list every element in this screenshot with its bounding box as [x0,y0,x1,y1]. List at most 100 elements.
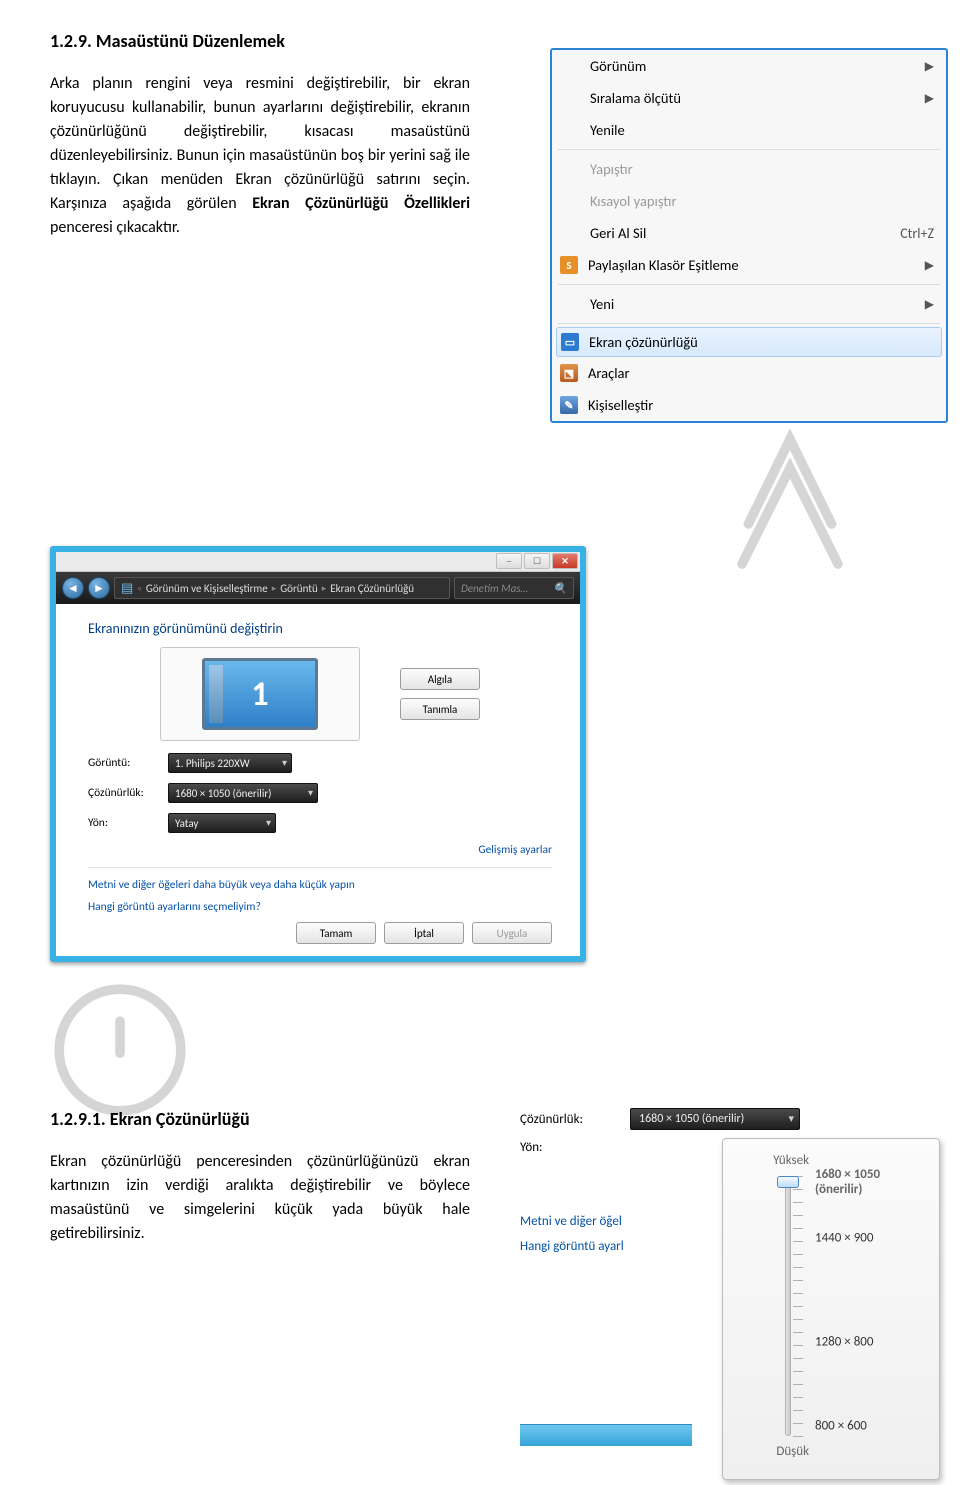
slider-tick [793,1410,803,1411]
slider-tick [793,1358,803,1359]
nav-forward-button[interactable]: ► [88,577,110,599]
display-label: Görüntü: [88,756,168,770]
breadcrumb-seg-3[interactable]: Ekran Çözünürlüğü [330,582,414,595]
breadcrumb-seg-1[interactable]: Görünüm ve Kişiselleştirme [146,582,268,595]
slider-high-label: Yüksek [733,1153,929,1168]
slider-tick [793,1254,803,1255]
menu-item-0[interactable]: Görünüm▶ [552,50,946,82]
breadcrumb[interactable]: ▤ « Görünüm ve Kişiselleştirme ▸ Görüntü… [114,577,450,599]
menu-item-11[interactable]: ▭ Ekran çözünürlüğü [556,327,942,357]
slider-low-label: Düşük [733,1444,929,1459]
chevron-right-icon: ▶ [925,258,934,273]
resolution-combo-2[interactable]: 1680 × 1050 (önerilir) [630,1108,800,1130]
slider-tick [793,1345,803,1346]
resolution-label-2: Çözünürlük: [520,1112,630,1127]
slider-tick [793,1332,803,1333]
blank-icon [558,190,584,212]
window-close-button[interactable]: ✕ [552,553,578,569]
gadgets-icon: ⬔ [560,364,578,382]
slider-tick [793,1241,803,1242]
blank-icon [558,87,584,109]
nav-back-button[interactable]: ◄ [62,577,84,599]
menu-item-label: Paylaşılan Klasör Eşitleme [588,256,917,274]
detect-button[interactable]: Algıla [400,668,480,690]
blank-icon [558,158,584,180]
menu-item-label: Sıralama ölçütü [590,89,917,107]
slider-option-label: 1280 × 800 [815,1335,873,1350]
advanced-settings-link[interactable]: Gelişmiş ayarlar [88,843,552,857]
menu-item-2[interactable]: Yenile [552,114,946,146]
slider-tick [793,1384,803,1385]
chevron-right-icon: « [137,583,142,594]
window-titlebar: ─ ☐ ✕ [56,552,580,572]
chevron-right-icon: ▶ [925,91,934,106]
slider-tick [793,1215,803,1216]
display-combo[interactable]: 1. Philips 220XW [168,753,292,773]
paragraph-1: Arka planın rengini veya resmini değişti… [50,72,470,240]
blank-icon [558,119,584,141]
search-icon: 🔍 [553,582,567,595]
chevron-right-icon: ▸ [322,583,327,594]
cancel-button[interactable]: İptal [384,922,464,944]
window-maximize-button[interactable]: ☐ [524,553,550,569]
help-link-textsize-cut[interactable]: Metni ve diğer öğel [520,1214,692,1229]
heading-2: 1.2.9.1. Ekran Çözünürlüğü [50,1108,470,1130]
menu-item-1[interactable]: Sıralama ölçütü ▶ [552,82,946,114]
menu-item-label: Araçlar [588,364,934,382]
orientation-label: Yön: [88,816,168,830]
chevron-right-icon: ▶ [925,59,934,74]
display-icon: ▭ [561,333,579,351]
ok-button[interactable]: Tamam [296,922,376,944]
resolution-label: Çözünürlük: [88,786,168,800]
menu-item-9[interactable]: Yeni▶ [552,288,946,320]
slider-tick [793,1319,803,1320]
help-link-which-settings[interactable]: Hangi görüntü ayarlarını seçmeliyim? [88,900,552,914]
menu-item-6[interactable]: Geri Al SilCtrl+Z [552,217,946,249]
slider-tick [793,1189,803,1190]
menu-item-label: Ekran çözünürlüğü [589,333,933,351]
identify-button[interactable]: Tanımla [400,698,480,720]
slider-tick [793,1280,803,1281]
paragraph-1-prefix: Arka planın rengini veya resmini değişti… [50,74,470,213]
resolution-slider-dropdown: Yüksek 1680 × 1050 (önerilir)1440 × 9001… [722,1138,940,1480]
slider-tick [793,1202,803,1203]
menu-item-7[interactable]: SPaylaşılan Klasör Eşitleme▶ [552,249,946,281]
taskbar-strip [520,1424,692,1446]
divider [88,867,552,868]
slider-tick [793,1436,803,1437]
menu-item-4: Yapıştır [552,153,946,185]
help-link-textsize[interactable]: Metni ve diğer öğeleri daha büyük veya d… [88,878,552,892]
window-body: Ekranınızın görünümünü değiştirin 1 Algı… [56,604,580,956]
slider-track-line [785,1176,791,1436]
apply-button[interactable]: Uygula [472,922,552,944]
blank-icon [558,222,584,244]
paragraph-1-suffix: penceresi çıkacaktır. [50,218,180,237]
search-input[interactable]: Denetim Mas… 🔍 [454,577,574,599]
help-link-which-cut[interactable]: Hangi görüntü ayarl [520,1239,692,1254]
menu-item-label: Kişiselleştir [588,396,934,414]
menu-item-label: Yapıştır [590,160,934,178]
resolution-slider[interactable]: 1680 × 1050 (önerilir)1440 × 9001280 × 8… [779,1176,929,1436]
monitor-preview[interactable]: 1 [160,647,360,741]
slider-option-label: 1440 × 900 [815,1231,873,1246]
resolution-combo[interactable]: 1680 × 1050 (önerilir) [168,783,318,803]
watermark-stroke-icon [40,970,200,1130]
search-placeholder: Denetim Mas… [461,582,528,595]
blank-icon [558,55,584,77]
slider-tick [793,1306,803,1307]
menu-separator [558,149,940,150]
slider-option-label: 1680 × 1050 (önerilir) [815,1167,929,1197]
chevron-right-icon: ▸ [272,583,277,594]
chevron-right-icon: ▶ [925,297,934,312]
monitor-figure-1[interactable]: 1 [202,658,318,730]
orientation-combo[interactable]: Yatay [168,813,276,833]
slider-thumb[interactable] [777,1176,799,1188]
breadcrumb-seg-2[interactable]: Görüntü [280,582,318,595]
slider-tick [793,1371,803,1372]
menu-item-13[interactable]: ✎Kişiselleştir [552,389,946,421]
window-heading: Ekranınızın görünümünü değiştirin [88,620,552,637]
menu-item-label: Geri Al Sil [590,224,900,242]
menu-item-5: Kısayol yapıştır [552,185,946,217]
menu-item-12[interactable]: ⬔ Araçlar [552,357,946,389]
window-minimize-button[interactable]: ─ [496,553,522,569]
